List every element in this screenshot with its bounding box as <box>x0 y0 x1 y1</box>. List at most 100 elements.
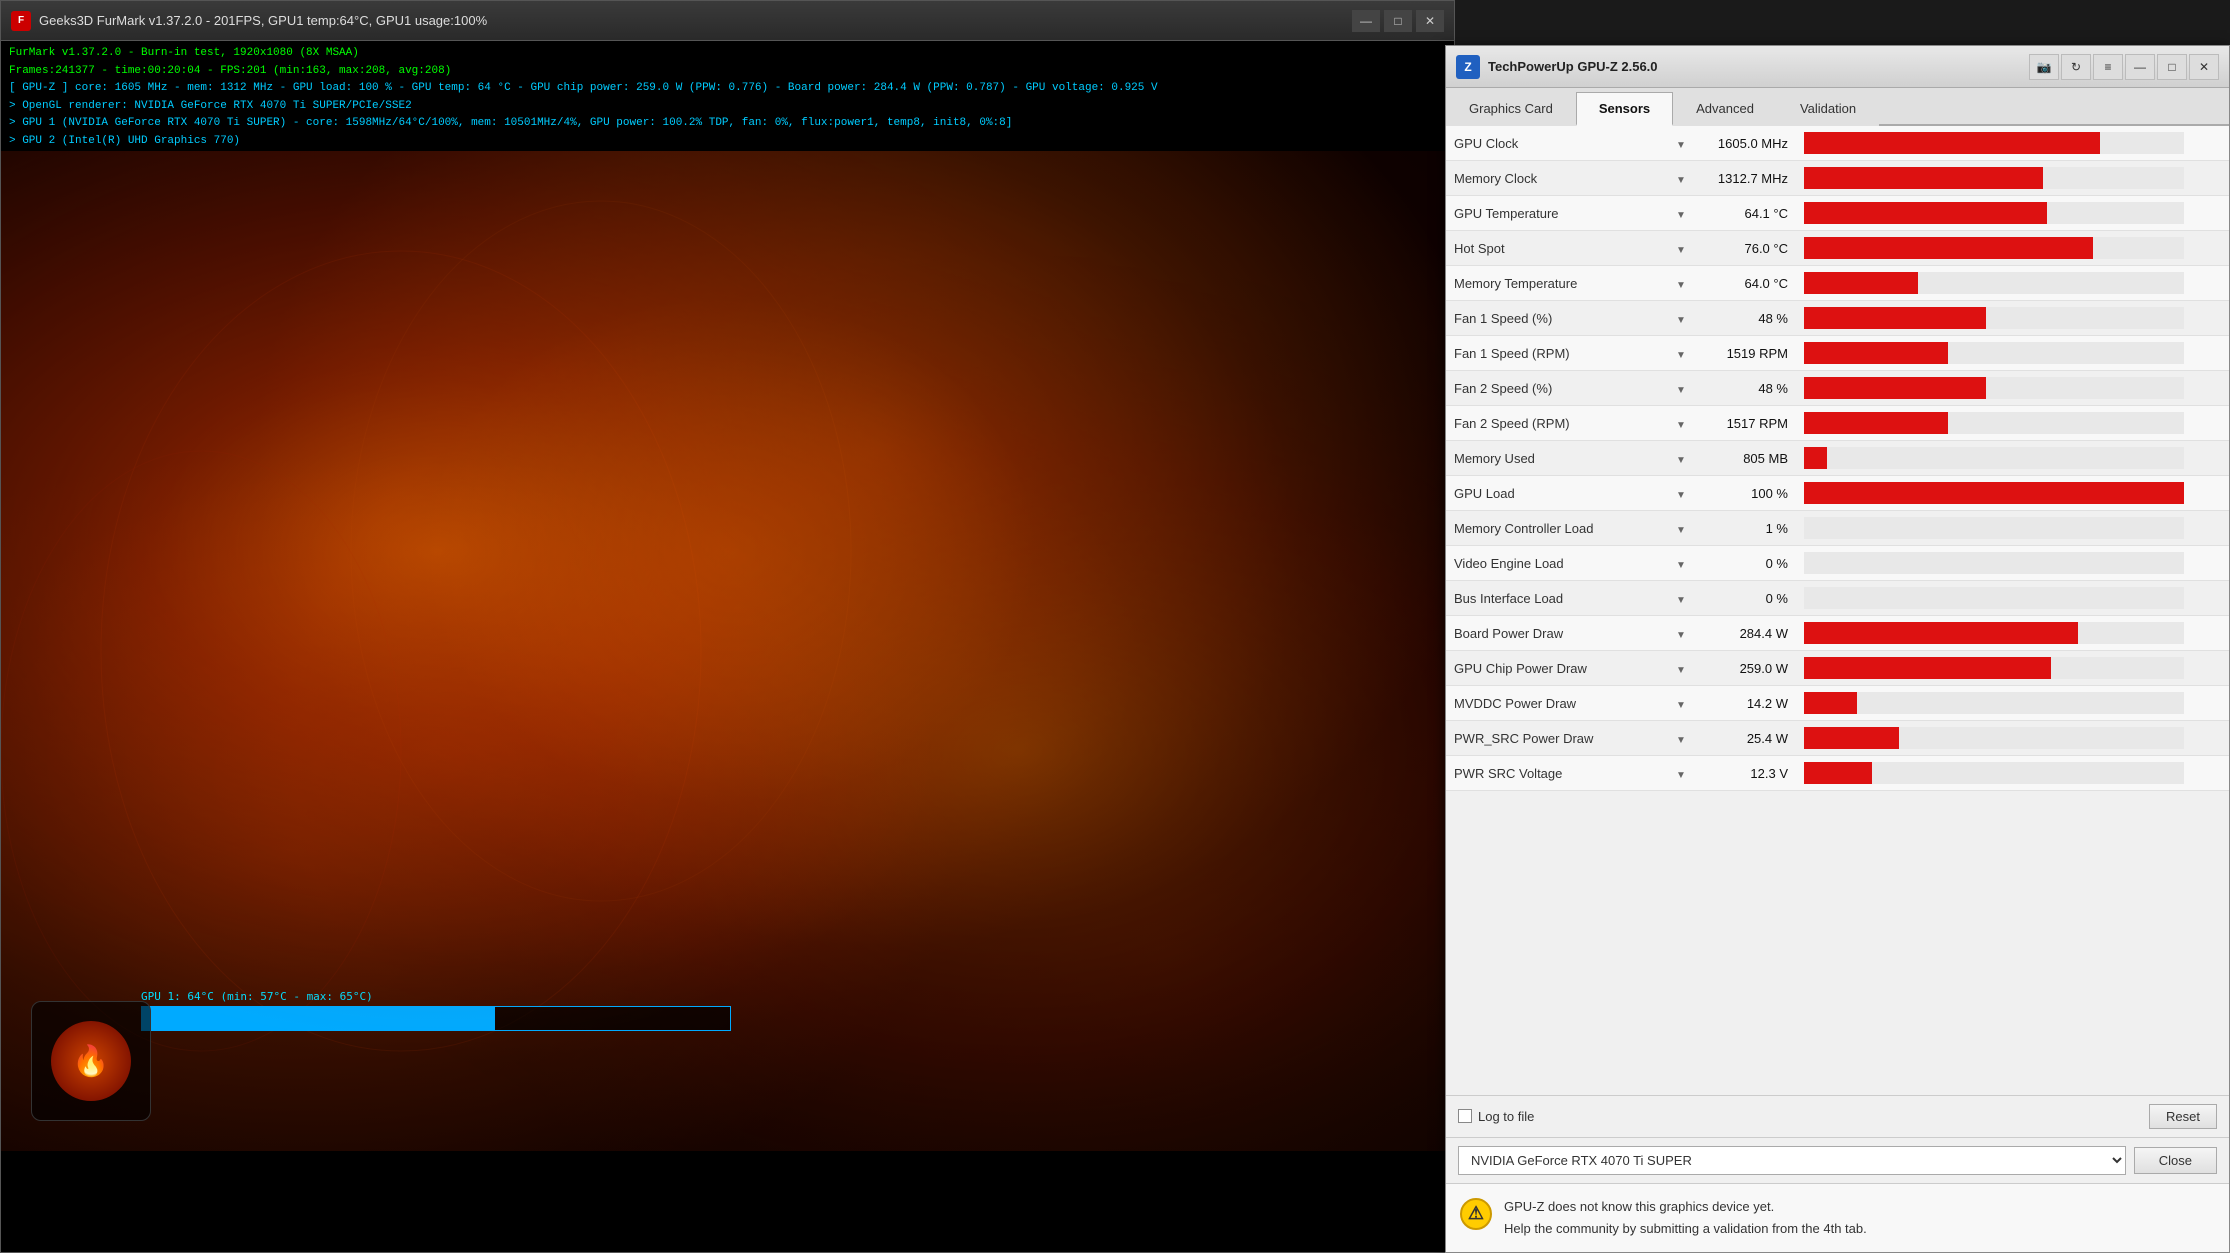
sensor-row: Fan 1 Speed (RPM) ▼ 1519 RPM <box>1446 336 2229 371</box>
sensor-dropdown-arrow[interactable]: ▼ <box>1666 371 1696 406</box>
sensor-row: Video Engine Load ▼ 0 % <box>1446 546 2229 581</box>
sensor-value: 0 % <box>1696 581 1796 616</box>
warning-icon: ⚠ <box>1460 1198 1492 1230</box>
sensor-dropdown-arrow[interactable]: ▼ <box>1666 161 1696 196</box>
sensor-bar-container <box>1804 272 2184 294</box>
sensor-row: Fan 2 Speed (%) ▼ 48 % <box>1446 371 2229 406</box>
sensor-dropdown-arrow[interactable]: ▼ <box>1666 406 1696 441</box>
sensor-value: 100 % <box>1696 476 1796 511</box>
sensor-bar-fill <box>1804 307 1986 329</box>
sensor-row: Memory Controller Load ▼ 1 % <box>1446 511 2229 546</box>
sensor-bar-fill <box>1804 657 2051 679</box>
sensor-name: GPU Clock <box>1446 126 1666 161</box>
sensor-value: 259.0 W <box>1696 651 1796 686</box>
sensor-dropdown-arrow[interactable]: ▼ <box>1666 196 1696 231</box>
sensor-dropdown-arrow[interactable]: ▼ <box>1666 756 1696 791</box>
sensor-dropdown-arrow[interactable]: ▼ <box>1666 546 1696 581</box>
log-to-file-checkbox[interactable] <box>1458 1109 1472 1123</box>
sensor-dropdown-arrow[interactable]: ▼ <box>1666 231 1696 266</box>
gpuz-device-bar: NVIDIA GeForce RTX 4070 Ti SUPER Close <box>1446 1138 2229 1184</box>
sensor-bar-fill <box>1804 412 1948 434</box>
sensor-dropdown-arrow[interactable]: ▼ <box>1666 301 1696 336</box>
sensor-bar-cell <box>1796 581 2229 616</box>
furmark-logo: 🔥 <box>31 1001 151 1121</box>
sensor-row: Board Power Draw ▼ 284.4 W <box>1446 616 2229 651</box>
sensor-bar-fill <box>1804 272 1918 294</box>
sensor-row: GPU Clock ▼ 1605.0 MHz <box>1446 126 2229 161</box>
gpuz-window: Z TechPowerUp GPU-Z 2.56.0 📷 ↻ ≡ — □ ✕ G… <box>1445 45 2230 1253</box>
sensor-dropdown-arrow[interactable]: ▼ <box>1666 616 1696 651</box>
gpuz-refresh-button[interactable]: ↻ <box>2061 54 2091 80</box>
sensor-row: Memory Temperature ▼ 64.0 °C <box>1446 266 2229 301</box>
sensor-row: Memory Clock ▼ 1312.7 MHz <box>1446 161 2229 196</box>
sensor-bar-fill <box>1804 377 1986 399</box>
gpuz-menu-button[interactable]: ≡ <box>2093 54 2123 80</box>
sensor-value: 1519 RPM <box>1696 336 1796 371</box>
sensor-dropdown-arrow[interactable]: ▼ <box>1666 336 1696 371</box>
sensor-bar-cell <box>1796 756 2229 791</box>
reset-button[interactable]: Reset <box>2149 1104 2217 1129</box>
furmark-logo-inner: 🔥 <box>51 1021 131 1101</box>
sensor-dropdown-arrow[interactable]: ▼ <box>1666 581 1696 616</box>
sensor-dropdown-arrow[interactable]: ▼ <box>1666 686 1696 721</box>
sensor-name: Bus Interface Load <box>1446 581 1666 616</box>
sensor-value: 64.0 °C <box>1696 266 1796 301</box>
sensor-dropdown-arrow[interactable]: ▼ <box>1666 651 1696 686</box>
sensor-value: 76.0 °C <box>1696 231 1796 266</box>
furmark-maximize-button[interactable]: □ <box>1384 10 1412 32</box>
sensor-dropdown-arrow[interactable]: ▼ <box>1666 476 1696 511</box>
sensor-bar-fill <box>1804 692 1857 714</box>
gpuz-screenshot-button[interactable]: 📷 <box>2029 54 2059 80</box>
sensor-dropdown-arrow[interactable]: ▼ <box>1666 721 1696 756</box>
sensors-scroll-area[interactable]: GPU Clock ▼ 1605.0 MHz Memory Clock ▼ 13… <box>1446 126 2229 1074</box>
sensor-row: Fan 1 Speed (%) ▼ 48 % <box>1446 301 2229 336</box>
sensor-name: GPU Chip Power Draw <box>1446 651 1666 686</box>
sensors-table: GPU Clock ▼ 1605.0 MHz Memory Clock ▼ 13… <box>1446 126 2229 791</box>
tab-validation[interactable]: Validation <box>1777 92 1879 126</box>
furmark-window-controls: — □ ✕ <box>1352 10 1444 32</box>
log-checkbox-area: Log to file <box>1458 1109 1534 1124</box>
furmark-close-button[interactable]: ✕ <box>1416 10 1444 32</box>
sensor-dropdown-arrow[interactable]: ▼ <box>1666 441 1696 476</box>
sensor-dropdown-arrow[interactable]: ▼ <box>1666 126 1696 161</box>
sensor-dropdown-arrow[interactable]: ▼ <box>1666 266 1696 301</box>
sensor-name: Fan 2 Speed (RPM) <box>1446 406 1666 441</box>
tab-advanced[interactable]: Advanced <box>1673 92 1777 126</box>
sensor-row: Memory Used ▼ 805 MB <box>1446 441 2229 476</box>
gpuz-controls-bar: Log to file Reset <box>1446 1096 2229 1138</box>
gpuz-minimize-button[interactable]: — <box>2125 54 2155 80</box>
gpuz-title: TechPowerUp GPU-Z 2.56.0 <box>1488 59 2029 74</box>
sensor-name: Hot Spot <box>1446 231 1666 266</box>
sensor-bar-cell <box>1796 546 2229 581</box>
sensor-row: GPU Load ▼ 100 % <box>1446 476 2229 511</box>
sensor-row: Hot Spot ▼ 76.0 °C <box>1446 231 2229 266</box>
sensor-bar-fill <box>1804 762 1872 784</box>
furmark-info-line6: > GPU 2 (Intel(R) UHD Graphics 770) <box>9 133 1446 151</box>
sensor-bar-container <box>1804 622 2184 644</box>
sensor-bar-cell <box>1796 441 2229 476</box>
gpu-temp-label: GPU 1: 64°C (min: 57°C - max: 65°C) <box>141 990 373 1003</box>
sensor-row: MVDDC Power Draw ▼ 14.2 W <box>1446 686 2229 721</box>
sensor-bar-cell <box>1796 231 2229 266</box>
sensor-bar-container <box>1804 307 2184 329</box>
gpuz-close-btn[interactable]: Close <box>2134 1147 2217 1174</box>
sensor-row: GPU Chip Power Draw ▼ 259.0 W <box>1446 651 2229 686</box>
tab-graphics-card[interactable]: Graphics Card <box>1446 92 1576 126</box>
sensor-bar-container <box>1804 447 2184 469</box>
sensor-value: 1 % <box>1696 511 1796 546</box>
sensor-bar-container <box>1804 657 2184 679</box>
sensor-bar-fill <box>1804 202 2047 224</box>
sensor-value: 1517 RPM <box>1696 406 1796 441</box>
gpuz-close-button[interactable]: ✕ <box>2189 54 2219 80</box>
gpuz-maximize-button[interactable]: □ <box>2157 54 2187 80</box>
tab-sensors[interactable]: Sensors <box>1576 92 1673 126</box>
sensor-dropdown-arrow[interactable]: ▼ <box>1666 511 1696 546</box>
sensor-row: PWR_SRC Power Draw ▼ 25.4 W <box>1446 721 2229 756</box>
sensor-bar-fill <box>1804 342 1948 364</box>
furmark-titlebar: F Geeks3D FurMark v1.37.2.0 - 201FPS, GP… <box>1 1 1454 41</box>
furmark-minimize-button[interactable]: — <box>1352 10 1380 32</box>
gpuz-notice-panel: ⚠ GPU-Z does not know this graphics devi… <box>1446 1184 2229 1252</box>
sensor-value: 805 MB <box>1696 441 1796 476</box>
device-select[interactable]: NVIDIA GeForce RTX 4070 Ti SUPER <box>1458 1146 2126 1175</box>
sensor-bar-cell <box>1796 651 2229 686</box>
